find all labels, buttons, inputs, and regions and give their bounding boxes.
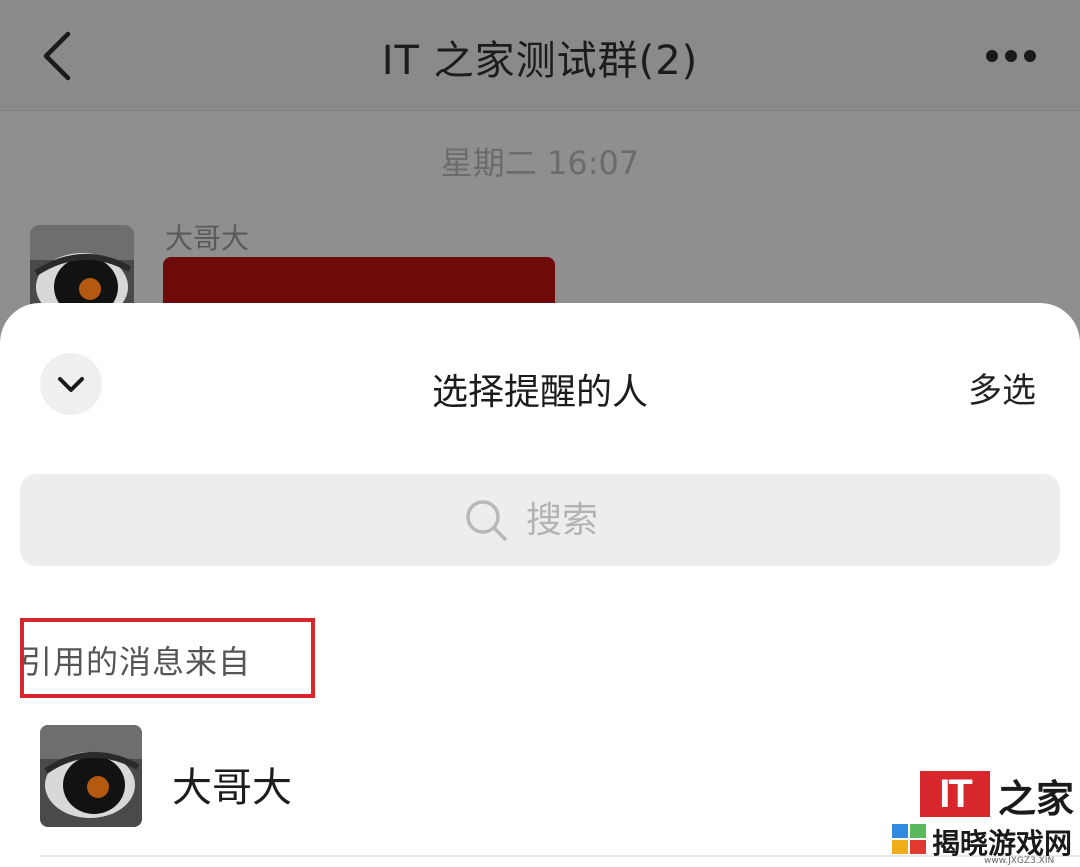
puzzle-icon xyxy=(892,824,926,854)
message-timestamp: 星期二 16:07 xyxy=(440,144,640,182)
sheet-title: 选择提醒的人 xyxy=(431,372,648,413)
section-label: 引用的消息来自 xyxy=(20,643,252,681)
search-icon xyxy=(466,500,507,541)
avatar xyxy=(40,725,142,827)
chat-title: IT 之家测试群(2) xyxy=(381,38,699,84)
watermark: IT 之家 揭晓游戏网 www.JXGZ3.XIN xyxy=(892,768,1080,867)
message-sender: 大哥大 xyxy=(165,222,250,255)
watermark-url: www.JXGZ3.XIN xyxy=(984,856,1055,866)
watermark-logo: IT xyxy=(920,771,990,817)
more-options-icon[interactable] xyxy=(986,50,1036,62)
search-bar[interactable] xyxy=(20,474,1060,566)
multi-select-button[interactable]: 多选 xyxy=(968,363,1036,412)
contact-name: 大哥大 xyxy=(172,765,292,811)
search-input[interactable] xyxy=(526,499,616,541)
watermark-logo-suffix: 之家 xyxy=(998,776,1075,821)
chat-header: IT 之家测试群(2) xyxy=(0,0,1080,111)
